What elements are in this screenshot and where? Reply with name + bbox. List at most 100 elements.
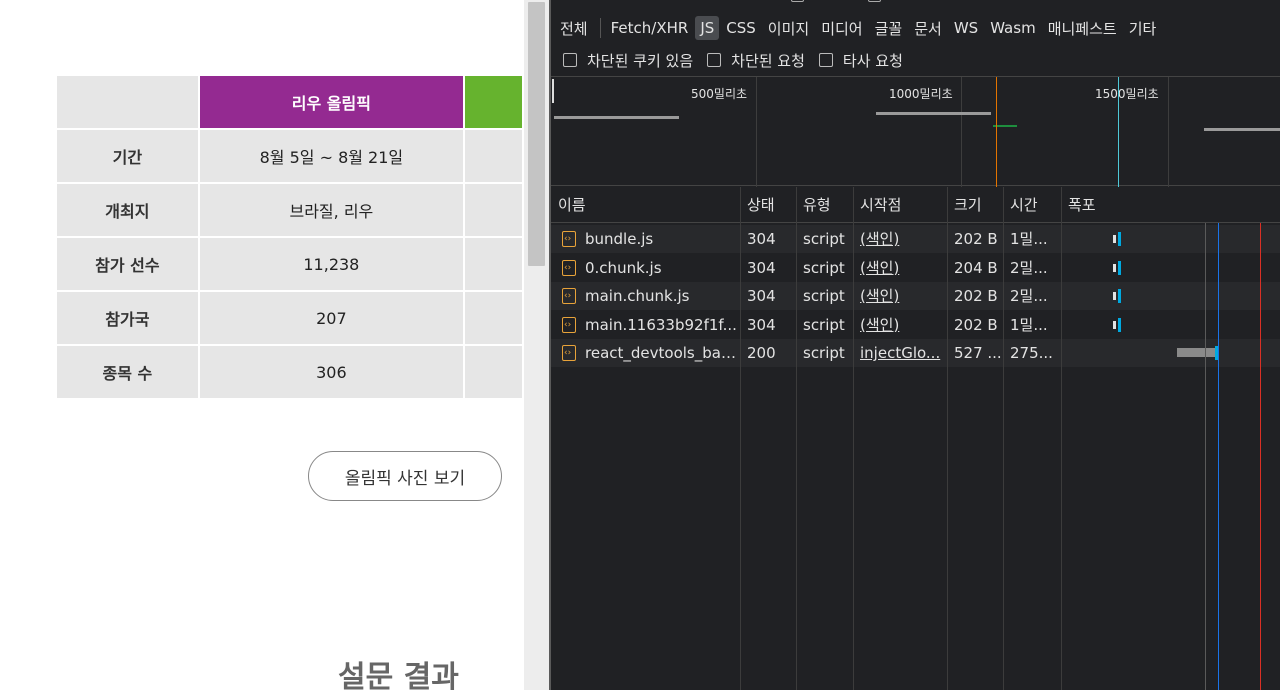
column-divider[interactable]	[853, 187, 854, 690]
next-value-cell	[465, 346, 524, 400]
checkbox-box[interactable]	[818, 53, 833, 67]
request-status: 304	[747, 258, 776, 277]
request-type: script	[803, 344, 845, 362]
filter-type-10[interactable]: 매니페스트	[1043, 15, 1122, 42]
request-size: 202 B	[954, 315, 998, 334]
script-file-icon	[562, 254, 576, 282]
network-request-row[interactable]: react_devtools_bac... 200 script injectGlo.…	[551, 339, 1280, 367]
olympic-photos-button[interactable]: 올림픽 사진 보기	[308, 451, 502, 501]
column-header-3[interactable]: 시작점	[853, 187, 947, 222]
filter-type-5[interactable]: 미디어	[816, 15, 867, 42]
column-header-4[interactable]: 크기	[947, 187, 1003, 222]
request-initiator[interactable]: (색인)	[853, 254, 947, 282]
rio-value-cell: 8월 5일 ~ 8월 21일	[199, 130, 466, 184]
request-name: main.11633b92f1f...	[551, 311, 740, 339]
toolbar-checkbox-cut-1[interactable]	[791, 0, 804, 2]
request-name-text: main.11633b92f1f...	[585, 315, 737, 334]
filter-type-3[interactable]: CSS	[721, 16, 761, 40]
filter-type-1[interactable]: Fetch/XHR	[606, 16, 694, 40]
column-divider[interactable]	[947, 187, 948, 690]
request-time: 1밀...	[1010, 315, 1048, 334]
filter-type-4[interactable]: 이미지	[763, 15, 814, 42]
page-scrollbar-thumb[interactable]	[528, 2, 545, 266]
request-waterfall	[1061, 311, 1280, 339]
request-initiator[interactable]: injectGlo...	[853, 339, 947, 367]
overview-selection-handle[interactable]	[552, 79, 554, 103]
request-type: script	[803, 230, 845, 248]
request-name: 0.chunk.js	[551, 254, 740, 282]
request-type: script	[803, 258, 845, 277]
filter-type-7[interactable]: 문서	[909, 15, 947, 42]
column-header-6[interactable]: 폭포	[1061, 187, 1280, 222]
overview-label-500ms: 500밀리초	[691, 87, 748, 101]
overview-label-1000ms: 1000밀리초	[889, 87, 953, 101]
row-label: 기간	[57, 130, 200, 184]
checkbox-box[interactable]	[707, 53, 722, 67]
network-request-row[interactable]: bundle.js 304 script (색인) 202 B 1밀...	[551, 225, 1280, 253]
request-size: 527 ...	[954, 344, 1002, 362]
overview-label-1500ms: 1500밀리초	[1095, 87, 1159, 101]
request-waterfall	[1061, 339, 1280, 367]
devtools-network-panel: 전체 Fetch/XHR JS CSS 이미지 미디어 글꼴 문서 WS Wasm 매니페스트 기타 …	[551, 0, 1280, 690]
request-time: 2밀...	[1010, 258, 1048, 277]
column-divider[interactable]	[740, 187, 741, 690]
filter-checkbox-1[interactable]: 차단된 요청	[707, 50, 805, 71]
request-waterfall	[1061, 254, 1280, 282]
page-scrollbar[interactable]	[524, 0, 549, 690]
filter-checkbox-2[interactable]: 타사 요청	[818, 50, 903, 71]
network-request-row[interactable]: main.11633b92f1f... 304 script (색인) 202 B 1밀.…	[551, 311, 1280, 339]
column-divider[interactable]	[1061, 187, 1062, 690]
olympic-table-row: 참가국 207	[57, 292, 524, 346]
filter-type-6[interactable]: 글꼴	[870, 15, 908, 42]
network-request-row[interactable]: 0.chunk.js 304 script (색인) 204 B 2밀...	[551, 254, 1280, 282]
column-divider[interactable]	[1003, 187, 1004, 690]
request-status: 200	[747, 344, 776, 362]
filter-type-9[interactable]: Wasm	[985, 16, 1041, 40]
row-label: 참가 선수	[57, 238, 200, 292]
waterfall-dom-content-loaded-line	[1218, 223, 1219, 690]
request-name-text: 0.chunk.js	[585, 258, 662, 277]
filter-type-0[interactable]: 전체	[555, 15, 593, 42]
rio-value-cell: 207	[199, 292, 466, 346]
olympic-table-row: 종목 수 306	[57, 346, 524, 400]
waterfall-waiting-segment	[1177, 348, 1215, 357]
waterfall-queue-segment	[1113, 263, 1116, 272]
row-label: 종목 수	[57, 346, 200, 400]
column-header-2[interactable]: 유형	[796, 187, 853, 222]
request-name: react_devtools_bac...	[551, 339, 740, 367]
filter-type-2[interactable]: JS	[695, 16, 720, 40]
filter-type-8[interactable]: WS	[949, 16, 983, 40]
request-time: 275...	[1010, 344, 1053, 362]
column-header-5[interactable]: 시간	[1003, 187, 1061, 222]
request-type: script	[803, 315, 845, 334]
waterfall-download-segment	[1118, 317, 1121, 332]
rio-value-cell: 306	[199, 346, 466, 400]
request-initiator[interactable]: (색인)	[853, 311, 947, 339]
toolbar-checkbox-cut-2[interactable]	[868, 0, 882, 2]
filter-type-11[interactable]: 기타	[1124, 15, 1162, 42]
request-initiator[interactable]: (색인)	[853, 225, 947, 253]
column-header-0[interactable]: 이름	[551, 187, 740, 222]
checkbox-box[interactable]	[563, 53, 577, 67]
waterfall-download-segment	[1118, 260, 1121, 275]
column-divider[interactable]	[796, 187, 797, 690]
request-status: 304	[747, 230, 776, 248]
checkbox-label: 차단된 요청	[731, 51, 805, 70]
request-name: bundle.js	[551, 225, 740, 253]
checkbox-label: 차단된 쿠키 있음	[587, 51, 694, 70]
rio-value-cell: 11,238	[199, 238, 466, 292]
next-value-cell	[465, 238, 524, 292]
request-initiator[interactable]: (색인)	[853, 282, 947, 310]
request-type: script	[803, 287, 845, 305]
script-file-icon	[562, 282, 576, 310]
next-value-cell	[465, 130, 524, 184]
checkbox-label: 타사 요청	[842, 51, 903, 70]
filter-checkbox-0[interactable]: 차단된 쿠키 있음	[563, 50, 693, 71]
network-overview-timeline[interactable]: 500밀리초 1000밀리초 1500밀리초	[551, 76, 1280, 187]
network-request-row[interactable]: main.chunk.js 304 script (색인) 202 B 2밀...	[551, 282, 1280, 310]
request-name-text: react_devtools_bac...	[585, 344, 740, 362]
column-header-1[interactable]: 상태	[740, 187, 796, 222]
network-requests-table: 이름상태유형시작점크기시간폭포 bundle.js 304 script (색인) 20…	[551, 187, 1280, 690]
request-size: 204 B	[954, 258, 998, 277]
request-waterfall	[1061, 225, 1280, 253]
